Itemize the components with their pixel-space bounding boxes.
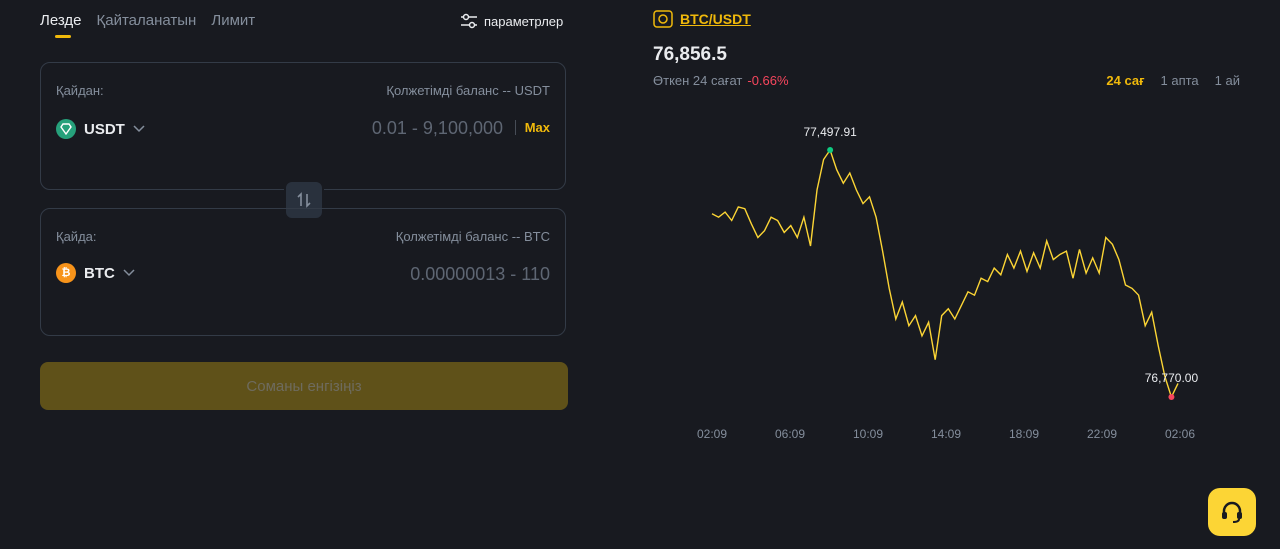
to-amount-input[interactable]: 0.00000013 - 110 — [410, 264, 550, 285]
price-line — [711, 148, 1179, 399]
to-coin-name: BTC — [84, 264, 115, 282]
from-label: Қайдан: — [56, 83, 104, 98]
swap-arrows-icon — [297, 192, 311, 208]
from-coin-selector[interactable]: USDT — [56, 119, 145, 139]
x-tick-label: 02:06 — [1165, 427, 1195, 441]
tab-limit[interactable]: Лимит — [211, 12, 255, 38]
convert-icon — [653, 10, 673, 28]
sliders-icon — [461, 13, 477, 29]
high-point — [827, 147, 834, 153]
tab-recurring[interactable]: Қайталанатын — [97, 12, 197, 38]
change-value: -0.66% — [747, 73, 789, 88]
submit-button[interactable]: Соманы енгізіңіз — [40, 362, 568, 410]
range-1w[interactable]: 1 апта — [1161, 73, 1199, 88]
chevron-down-icon — [133, 125, 145, 133]
x-tick-label: 02:09 — [697, 427, 727, 441]
change-24h: Өткен 24 сағат -0.66% — [653, 73, 789, 88]
x-tick-label: 18:09 — [1009, 427, 1039, 441]
high-label: 77,497.91 — [803, 125, 857, 139]
x-tick-label: 14:09 — [931, 427, 961, 441]
to-label: Қайда: — [56, 229, 97, 244]
from-card: Қайдан: Қолжетімді баланс -- USDT USDT 0… — [40, 62, 566, 190]
pair-name: BTC/USDT — [680, 11, 751, 27]
from-balance: Қолжетімді баланс -- USDT — [386, 83, 550, 98]
to-card: Қайда: Қолжетімді баланс -- BTC ₿ BTC 0.… — [40, 208, 566, 336]
max-button[interactable]: Max — [514, 120, 550, 135]
x-tick-label: 06:09 — [775, 427, 805, 441]
price-chart: 77,497.91 76,770.00 02:09 06:09 10:09 14:09 18… — [697, 125, 1199, 441]
x-tick-label: 10:09 — [853, 427, 883, 441]
from-coin-name: USDT — [84, 120, 125, 138]
x-tick-label: 22:09 — [1087, 427, 1117, 441]
support-button[interactable] — [1208, 488, 1256, 536]
change-label: Өткен 24 сағат — [653, 73, 743, 88]
range-selector: 24 сағ 1 апта 1 ай — [1106, 73, 1240, 88]
range-1m[interactable]: 1 ай — [1215, 73, 1240, 88]
headset-icon — [1222, 501, 1242, 523]
to-coin-selector[interactable]: ₿ BTC — [56, 263, 135, 283]
current-price: 76,856.5 — [653, 44, 727, 65]
from-amount-input[interactable]: 0.01 - 9,100,000 — [372, 118, 503, 139]
low-label: 76,770.00 — [1145, 371, 1199, 385]
trade-mode-tabs: Лезде Қайталанатын Лимит — [40, 12, 255, 38]
range-24h[interactable]: 24 сағ — [1106, 73, 1144, 88]
to-balance: Қолжетімді баланс -- BTC — [395, 229, 550, 244]
pair-link[interactable]: BTC/USDT — [653, 10, 751, 28]
chevron-down-icon — [123, 269, 135, 277]
tab-instant[interactable]: Лезде — [40, 12, 82, 38]
parameters-label: параметрлер — [484, 13, 564, 29]
btc-icon: ₿ — [56, 263, 76, 283]
parameters-button[interactable]: параметрлер — [460, 13, 563, 29]
low-point — [1168, 394, 1175, 400]
usdt-icon — [56, 119, 76, 139]
